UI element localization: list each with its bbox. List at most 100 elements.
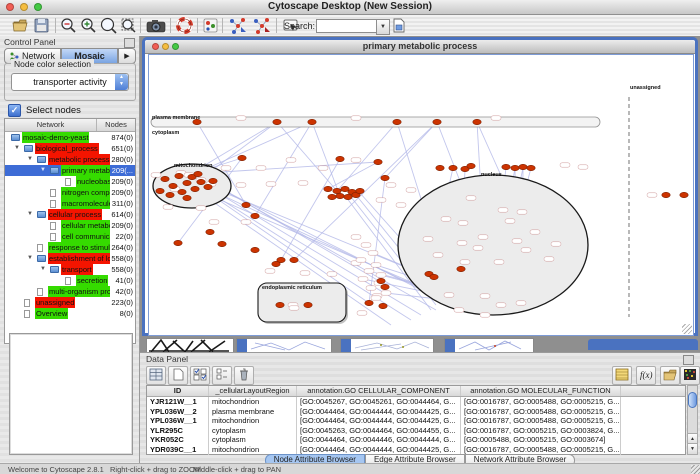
network-node[interactable] bbox=[272, 261, 280, 266]
attribute-unselect-icon[interactable] bbox=[212, 366, 232, 385]
background-window-thumbnail[interactable] bbox=[340, 338, 434, 352]
node-color-select[interactable]: transporter activity ▲▼ bbox=[11, 73, 129, 91]
window-resize-grip[interactable] bbox=[691, 465, 700, 474]
network-node[interactable] bbox=[333, 188, 341, 193]
delete-attribute-icon[interactable] bbox=[234, 366, 254, 385]
network-node[interactable] bbox=[197, 179, 205, 184]
network-node[interactable] bbox=[467, 163, 475, 168]
table-row[interactable]: YKR052Ccytoplasm[GO:0044464, GO:0044446,… bbox=[147, 435, 685, 445]
search-dropdown-icon[interactable]: ▼ bbox=[376, 19, 390, 35]
network-node[interactable] bbox=[381, 284, 389, 289]
save-icon[interactable] bbox=[33, 17, 50, 34]
network-node[interactable] bbox=[680, 192, 688, 197]
network-window-titlebar[interactable]: primary metabolic process bbox=[145, 40, 695, 54]
more-tabs-icon[interactable]: ▶ bbox=[118, 48, 136, 64]
birds-eye-view[interactable] bbox=[9, 333, 133, 455]
network-node[interactable] bbox=[204, 184, 212, 189]
network-resize-grip[interactable] bbox=[682, 324, 692, 334]
network-node[interactable] bbox=[336, 156, 344, 161]
background-window-edge[interactable] bbox=[588, 339, 698, 350]
tree-row[interactable]: cell communicat22(0) bbox=[5, 231, 135, 242]
network-node[interactable] bbox=[242, 202, 250, 207]
tree-row[interactable]: nitrogen compo209(0) bbox=[5, 187, 135, 198]
expand-arrow-icon[interactable]: ▼ bbox=[40, 266, 46, 272]
network-node[interactable] bbox=[662, 192, 670, 197]
open-attribute-file-icon[interactable] bbox=[660, 366, 680, 385]
network-node[interactable] bbox=[290, 257, 298, 262]
network-node[interactable] bbox=[175, 173, 183, 178]
search-options-icon[interactable] bbox=[390, 17, 407, 34]
network-node[interactable] bbox=[473, 119, 481, 124]
new-network-icon[interactable] bbox=[228, 17, 248, 34]
expand-arrow-icon[interactable]: ▼ bbox=[40, 167, 46, 173]
table-header-cell[interactable]: annotation.GO MOLECULAR_FUNCTION bbox=[461, 386, 621, 396]
tree-row[interactable]: unassigned223(0) bbox=[5, 297, 135, 308]
network-node[interactable] bbox=[238, 155, 246, 160]
background-window-thumbnail[interactable] bbox=[444, 338, 534, 352]
network-node[interactable] bbox=[436, 165, 444, 170]
network-node[interactable] bbox=[218, 241, 226, 246]
table-row[interactable]: YPL036W__1mitochondrion[GO:0044464, GO:0… bbox=[147, 416, 685, 426]
tree-row[interactable]: ▼metabolic process280(0) bbox=[5, 154, 135, 165]
tree-col-network[interactable]: Network bbox=[5, 119, 97, 131]
network-node[interactable] bbox=[191, 186, 199, 191]
tree-row[interactable]: multi-organism pro42(0) bbox=[5, 286, 135, 297]
vizmapper-icon[interactable] bbox=[202, 17, 219, 34]
network-node[interactable] bbox=[511, 165, 519, 170]
network-edge[interactable] bbox=[337, 122, 397, 191]
network-node[interactable] bbox=[344, 194, 352, 199]
network-node[interactable] bbox=[251, 213, 259, 218]
network-node[interactable] bbox=[308, 119, 316, 124]
network-node[interactable] bbox=[374, 159, 382, 164]
help-ring-icon[interactable] bbox=[176, 17, 193, 34]
tree-row[interactable]: response to stimulu264(0) bbox=[5, 242, 135, 253]
open-file-icon[interactable] bbox=[12, 17, 29, 34]
network-node[interactable] bbox=[379, 303, 387, 308]
network-node[interactable] bbox=[193, 119, 201, 124]
network-canvas[interactable]: plasma membranemitochondrionnucleusendop… bbox=[148, 54, 694, 336]
network-node[interactable] bbox=[174, 240, 182, 245]
network-node[interactable] bbox=[527, 165, 535, 170]
network-node[interactable] bbox=[169, 183, 177, 188]
background-window-thumbnail[interactable] bbox=[146, 338, 234, 352]
network-edge[interactable] bbox=[201, 122, 312, 171]
network-node[interactable] bbox=[209, 178, 217, 183]
snapshot-camera-icon[interactable] bbox=[146, 17, 166, 34]
network-node[interactable] bbox=[273, 119, 281, 124]
tree-row[interactable]: cellular metabol209(0) bbox=[5, 220, 135, 231]
network-node[interactable] bbox=[276, 302, 284, 307]
network-node[interactable] bbox=[183, 195, 191, 200]
network-node[interactable] bbox=[393, 119, 401, 124]
network-node[interactable] bbox=[381, 175, 389, 180]
attribute-matrix-icon[interactable] bbox=[680, 366, 700, 385]
network-node[interactable] bbox=[194, 171, 202, 176]
network-edge[interactable] bbox=[277, 122, 337, 191]
network-node[interactable] bbox=[502, 164, 510, 169]
scroll-down-icon[interactable]: ▼ bbox=[688, 443, 697, 454]
table-scrollbar[interactable]: ▲ ▼ bbox=[687, 385, 698, 455]
table-header-cell[interactable]: _cellularLayoutRegion bbox=[209, 386, 297, 396]
zoom-selected-icon[interactable] bbox=[100, 17, 117, 34]
table-header-cell[interactable]: annotation.GO CELLULAR_COMPONENT bbox=[297, 386, 461, 396]
network-edge[interactable] bbox=[385, 122, 437, 178]
tree-row[interactable]: secretion41(0) bbox=[5, 275, 135, 286]
zoom-in-icon[interactable] bbox=[80, 17, 97, 34]
formula-builder-icon[interactable]: f(x) bbox=[636, 366, 656, 385]
network-node[interactable] bbox=[457, 266, 465, 271]
tree-row[interactable]: mosaic-demo-yeast874(0) bbox=[5, 132, 135, 143]
network-node[interactable] bbox=[161, 176, 169, 181]
table-row[interactable]: YJR121W__1mitochondrion[GO:0045267, GO:0… bbox=[147, 397, 685, 407]
network-node[interactable] bbox=[328, 194, 336, 199]
expand-arrow-icon[interactable]: ▼ bbox=[27, 156, 33, 162]
tree-row[interactable]: ▼establishment of lo558(0) bbox=[5, 253, 135, 264]
expand-arrow-icon[interactable]: ▼ bbox=[27, 211, 33, 217]
network-node[interactable] bbox=[251, 247, 259, 252]
float-panel-icon[interactable] bbox=[683, 355, 694, 365]
network-node[interactable] bbox=[519, 164, 527, 169]
network-node[interactable] bbox=[377, 278, 385, 283]
expand-arrow-icon[interactable]: ▼ bbox=[27, 255, 33, 261]
tree-row[interactable]: ▼transport558(0) bbox=[5, 264, 135, 275]
network-node[interactable] bbox=[166, 192, 174, 197]
zoom-out-icon[interactable] bbox=[60, 17, 77, 34]
scrollbar-thumb[interactable] bbox=[688, 392, 697, 408]
